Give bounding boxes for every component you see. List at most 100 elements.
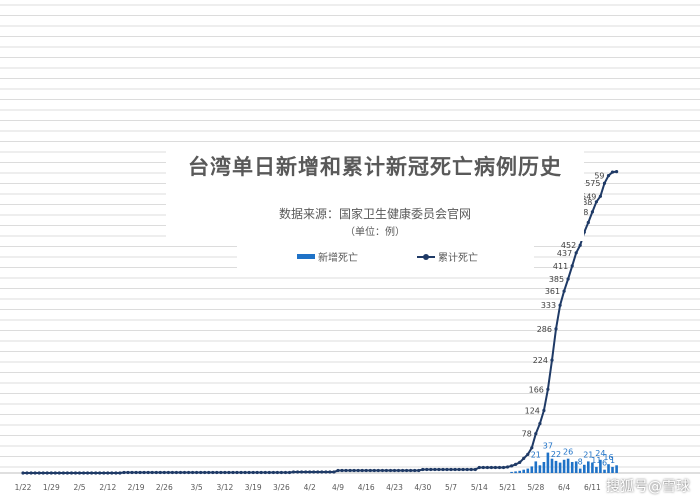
bar [526, 468, 530, 473]
cumulative-point [598, 194, 603, 198]
cumulative-point [312, 470, 316, 474]
bar-data-label: 1 [610, 456, 615, 465]
cumulative-point [558, 303, 562, 307]
cumulative-point [57, 471, 61, 475]
line-data-label: 361 [545, 287, 560, 296]
legend: 新增死亡 累计死亡 [237, 241, 534, 271]
cumulative-point [457, 467, 461, 472]
cumulative-point [178, 470, 183, 475]
cumulative-point [409, 468, 413, 473]
cumulative-point [417, 468, 421, 473]
bar-data-label: 21 [531, 450, 541, 459]
legend-item-daily[interactable]: 新增死亡 [297, 249, 358, 264]
cumulative-point [578, 243, 582, 247]
cumulative-point [360, 468, 364, 473]
cumulative-point [146, 470, 150, 475]
cumulative-point [586, 220, 590, 225]
cumulative-point [154, 470, 158, 475]
line-data-label: 411 [553, 262, 568, 271]
cumulative-point [21, 471, 25, 475]
line-data-label: 224 [533, 356, 548, 365]
cumulative-point [437, 467, 441, 472]
line-data-label: 124 [525, 407, 540, 416]
cumulative-point [336, 468, 340, 473]
cumulative-point [538, 422, 542, 426]
cumulative-point [65, 471, 69, 475]
cumulative-point [340, 468, 344, 473]
cumulative-point [421, 467, 425, 472]
cumulative-point [376, 468, 380, 473]
cumulative-point [251, 470, 255, 475]
cumulative-point [506, 465, 510, 469]
x-tick-label: 5/28 [527, 483, 544, 492]
cumulative-point [29, 471, 33, 475]
cumulative-point [328, 470, 332, 474]
cumulative-point [231, 470, 235, 475]
bar [562, 459, 566, 473]
cumulative-point [602, 181, 607, 185]
x-tick-label: 4/9 [332, 483, 344, 492]
cumulative-point [396, 468, 401, 473]
cumulative-point [392, 468, 397, 473]
cumulative-point [191, 470, 195, 475]
cumulative-point [356, 468, 360, 473]
cumulative-point [255, 470, 259, 475]
cumulative-point [610, 170, 615, 174]
legend-label-daily: 新增死亡 [318, 253, 358, 264]
cumulative-point [25, 471, 29, 475]
bar [518, 470, 521, 473]
cumulative-point [554, 327, 558, 331]
x-tick-label: 2/12 [99, 483, 116, 492]
cumulative-point [94, 471, 98, 475]
x-tick-label: 4/16 [358, 483, 375, 492]
bar [615, 465, 618, 473]
cumulative-point [465, 467, 469, 472]
cumulative-point [485, 465, 489, 470]
cumulative-point [570, 264, 574, 268]
cumulative-point [344, 468, 348, 473]
chart-unit: （单位：例） [345, 227, 405, 238]
cumulative-point [77, 471, 82, 475]
cumulative-point [98, 471, 102, 475]
cumulative-point [49, 471, 53, 475]
cumulative-point [263, 470, 267, 475]
cumulative-point [126, 470, 130, 475]
cumulative-point [304, 470, 308, 474]
cumulative-point [429, 467, 433, 472]
line-data-label: 166 [529, 385, 544, 394]
cumulative-point [324, 470, 328, 474]
cumulative-point [130, 470, 134, 475]
x-tick-label: 4/23 [386, 483, 403, 492]
bar [554, 460, 558, 473]
x-tick-label: 6/11 [584, 483, 601, 492]
cumulative-point [368, 468, 372, 473]
cumulative-point [114, 471, 118, 475]
cumulative-point [235, 470, 239, 475]
legend-label-cumulative: 累计死亡 [438, 253, 478, 264]
x-tick-label: 3/19 [245, 483, 262, 492]
cumulative-point [243, 470, 247, 475]
bar [530, 466, 534, 473]
x-tick-label: 3/12 [216, 483, 233, 492]
cumulative-point [461, 467, 465, 472]
cumulative-point [170, 470, 174, 475]
x-tick-label: 2/19 [128, 483, 145, 492]
chart-title: 台湾单日新增和累计新冠死亡病例历史 [188, 155, 562, 179]
cumulative-point [61, 471, 65, 475]
bar [611, 466, 614, 473]
cumulative-point [493, 465, 497, 470]
cumulative-point [53, 471, 57, 475]
line-data-label: 286 [537, 325, 552, 334]
legend-item-cumulative[interactable]: 累计死亡 [417, 249, 478, 264]
cumulative-point [372, 468, 376, 473]
cumulative-point [534, 432, 538, 436]
cumulative-point [473, 467, 477, 472]
cumulative-point [332, 470, 336, 474]
cumulative-point [606, 174, 611, 178]
cumulative-point [162, 470, 166, 475]
x-tick-label: 3/26 [273, 483, 290, 492]
cumulative-point [510, 464, 514, 468]
cumulative-point [469, 467, 473, 472]
line-data-label: 333 [541, 301, 556, 310]
bar [570, 462, 574, 473]
